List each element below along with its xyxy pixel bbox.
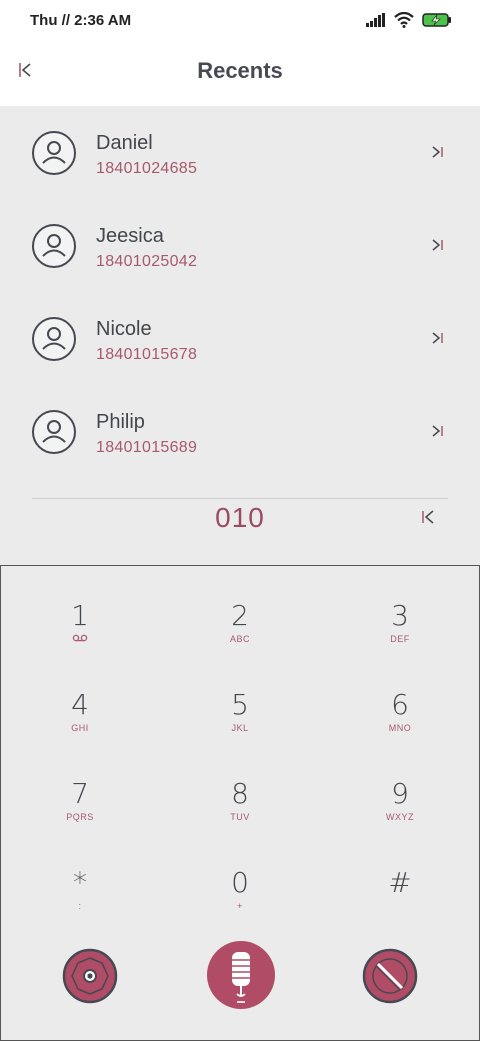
microphone-icon[interactable] <box>206 940 276 1010</box>
avatar <box>32 224 76 268</box>
key-digit: # <box>388 866 412 899</box>
key-4[interactable]: 4 GHI <box>20 689 140 759</box>
call-icon[interactable] <box>430 330 446 346</box>
mute-icon[interactable] <box>362 948 418 1004</box>
person-icon <box>42 327 66 350</box>
avatar <box>32 131 76 175</box>
backspace-icon[interactable] <box>420 508 438 526</box>
key-star[interactable]: * : <box>20 867 140 937</box>
contact-name: Daniel <box>96 132 153 154</box>
key-digit: 5 <box>231 688 249 721</box>
key-letters: WXYZ <box>386 812 414 822</box>
list-item[interactable]: Daniel 18401024685 <box>0 106 480 199</box>
keypad: 1 2 ABC 3 DEF 4 GHI 5 JKL 6 MNO 7 PQRS 8… <box>0 565 480 1041</box>
key-digit: 0 <box>231 866 249 899</box>
status-bar: Thu // 2:36 AM <box>0 0 480 44</box>
person-icon <box>42 141 66 164</box>
key-letters: DEF <box>390 634 410 644</box>
list-item[interactable]: Nicole 18401015678 <box>0 292 480 385</box>
person-icon <box>42 420 66 443</box>
avatar <box>32 317 76 361</box>
key-letters: PQRS <box>66 812 94 822</box>
battery-charging-icon <box>422 13 451 27</box>
key-hash[interactable]: # <box>340 867 460 937</box>
voicemail-icon <box>72 634 88 642</box>
key-digit: 7 <box>71 777 89 810</box>
divider <box>32 498 448 499</box>
list-item[interactable]: Philip 18401015689 <box>0 385 480 478</box>
key-digit: 4 <box>71 688 89 721</box>
status-time: Thu // 2:36 AM <box>30 12 132 29</box>
key-digit: * <box>73 866 87 899</box>
key-letters: TUV <box>230 812 250 822</box>
key-0[interactable]: 0 + <box>180 867 300 937</box>
contact-name: Nicole <box>96 318 152 340</box>
key-9[interactable]: 9 WXYZ <box>340 778 460 848</box>
contact-number: 18401025042 <box>96 253 198 270</box>
key-letters: ABC <box>229 634 250 644</box>
key-digit: 6 <box>391 688 409 721</box>
key-1[interactable]: 1 <box>20 600 140 670</box>
contact-name: Philip <box>96 411 145 433</box>
contact-number: 18401015689 <box>96 439 198 456</box>
key-digit: 1 <box>71 599 89 632</box>
key-letters: GHI <box>71 723 89 733</box>
contact-name: Jeesica <box>96 225 164 247</box>
key-letters: MNO <box>388 723 412 733</box>
key-digit: 2 <box>231 599 249 632</box>
key-3[interactable]: 3 DEF <box>340 600 460 670</box>
key-digit: 3 <box>391 599 409 632</box>
key-letters: : <box>78 901 82 911</box>
key-7[interactable]: 7 PQRS <box>20 778 140 848</box>
dialed-number[interactable]: 010 <box>0 502 480 536</box>
key-8[interactable]: 8 TUV <box>180 778 300 848</box>
call-icon[interactable] <box>430 237 446 253</box>
page-title: Recents <box>197 58 283 83</box>
app-header: Recents <box>0 44 480 106</box>
status-icons <box>366 12 452 28</box>
key-digit: 8 <box>231 777 249 810</box>
call-icon[interactable] <box>430 144 446 160</box>
record-icon[interactable] <box>62 948 118 1004</box>
key-letters: + <box>237 901 243 911</box>
key-2[interactable]: 2 ABC <box>180 600 300 670</box>
key-6[interactable]: 6 MNO <box>340 689 460 759</box>
avatar <box>32 410 76 454</box>
contact-number: 18401015678 <box>96 346 198 363</box>
key-5[interactable]: 5 JKL <box>180 689 300 759</box>
recents-list: Daniel 18401024685 Jeesica 18401025042 N… <box>0 106 480 478</box>
wifi-icon <box>394 12 414 28</box>
contact-number: 18401024685 <box>96 160 198 177</box>
key-digit: 9 <box>391 777 409 810</box>
signal-icon <box>366 13 385 27</box>
call-icon[interactable] <box>430 423 446 439</box>
person-icon <box>42 234 66 257</box>
list-item[interactable]: Jeesica 18401025042 <box>0 199 480 292</box>
key-letters: JKL <box>231 723 249 733</box>
